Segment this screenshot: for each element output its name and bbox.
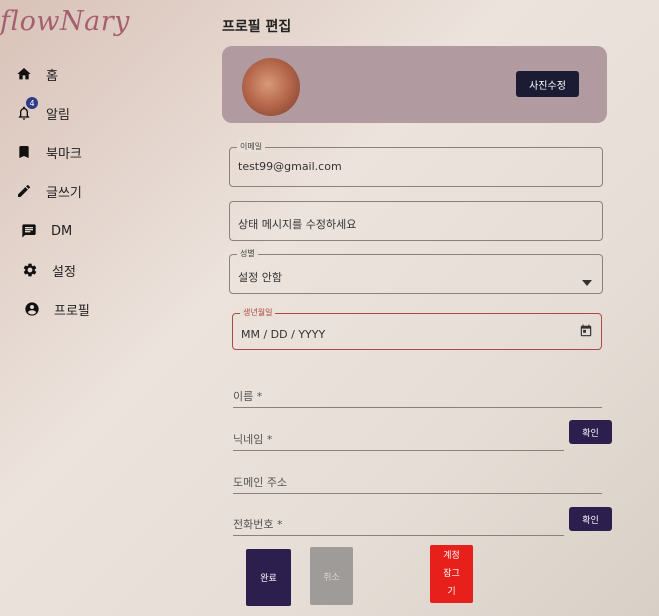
sidebar-item-label: 설정 bbox=[52, 264, 76, 280]
domain-input[interactable]: 도메인 주소 bbox=[233, 471, 602, 494]
sidebar-item-notifications[interactable]: 4 알림 bbox=[16, 97, 70, 126]
lock-account-label-line: 잠그 bbox=[443, 569, 460, 579]
sidebar-item-home[interactable]: 홈 bbox=[16, 61, 58, 87]
name-label: 이름 * bbox=[233, 390, 263, 403]
email-label: 이메일 bbox=[237, 141, 266, 152]
gender-label: 성별 bbox=[237, 248, 258, 259]
birthdate-field[interactable]: 생년월일 MM / DD / YYYY bbox=[232, 307, 602, 350]
email-field[interactable]: 이메일 test99@gmail.com bbox=[229, 141, 603, 187]
sidebar-item-label: DM bbox=[51, 223, 73, 239]
cancel-button[interactable]: 취소 bbox=[310, 547, 353, 605]
phone-input[interactable]: 전화번호 * bbox=[233, 513, 564, 536]
sidebar-item-profile[interactable]: 프로필 bbox=[24, 296, 90, 322]
status-message-input[interactable]: 상태 메시지를 수정하세요 bbox=[229, 201, 603, 241]
domain-label: 도메인 주소 bbox=[233, 476, 288, 489]
gender-value: 설정 안함 bbox=[238, 271, 282, 284]
home-icon bbox=[16, 66, 32, 82]
nickname-confirm-button[interactable]: 확인 bbox=[569, 420, 612, 444]
page-title: 프로필 편집 bbox=[222, 19, 292, 35]
email-value: test99@gmail.com bbox=[238, 160, 342, 173]
lock-account-label-line: 계정 bbox=[443, 551, 460, 561]
birthdate-label: 생년월일 bbox=[240, 307, 276, 318]
pencil-icon bbox=[16, 183, 32, 199]
sidebar-item-label: 글쓰기 bbox=[46, 185, 82, 201]
sidebar-item-settings[interactable]: 설정 bbox=[22, 257, 76, 283]
done-button[interactable]: 완료 bbox=[246, 549, 291, 606]
phone-label: 전화번호 * bbox=[233, 518, 283, 531]
nickname-label: 닉네임 * bbox=[233, 433, 273, 446]
lock-account-button[interactable]: 계정 잠그 기 bbox=[430, 545, 473, 603]
edit-photo-button[interactable]: 사진수정 bbox=[516, 71, 579, 97]
sidebar-item-label: 북마크 bbox=[46, 146, 82, 162]
gear-icon bbox=[22, 262, 38, 278]
status-placeholder: 상태 메시지를 수정하세요 bbox=[238, 218, 357, 231]
sidebar-item-dm[interactable]: DM bbox=[21, 218, 72, 244]
app-logo[interactable]: flowNary bbox=[0, 6, 130, 37]
dropdown-arrow-icon bbox=[582, 271, 592, 290]
birthdate-placeholder: MM / DD / YYYY bbox=[241, 328, 326, 341]
sidebar-item-write[interactable]: 글쓰기 bbox=[16, 178, 82, 204]
account-circle-icon bbox=[24, 301, 40, 317]
gender-select[interactable]: 성별 설정 안함 bbox=[229, 248, 603, 294]
sidebar-item-bookmarks[interactable]: 북마크 bbox=[16, 139, 82, 165]
bookmark-icon bbox=[16, 144, 32, 160]
notification-badge: 4 bbox=[26, 97, 38, 109]
bell-icon: 4 bbox=[16, 97, 38, 121]
sidebar-item-label: 프로필 bbox=[54, 303, 90, 319]
message-icon bbox=[21, 223, 37, 239]
lock-account-label-line: 기 bbox=[447, 587, 456, 597]
avatar bbox=[242, 58, 300, 116]
nickname-input[interactable]: 닉네임 * bbox=[233, 428, 564, 451]
calendar-icon[interactable] bbox=[579, 323, 593, 342]
sidebar-item-label: 알림 bbox=[46, 107, 70, 123]
sidebar-item-label: 홈 bbox=[46, 68, 58, 84]
name-input[interactable]: 이름 * bbox=[233, 383, 602, 408]
phone-confirm-button[interactable]: 확인 bbox=[569, 507, 612, 531]
